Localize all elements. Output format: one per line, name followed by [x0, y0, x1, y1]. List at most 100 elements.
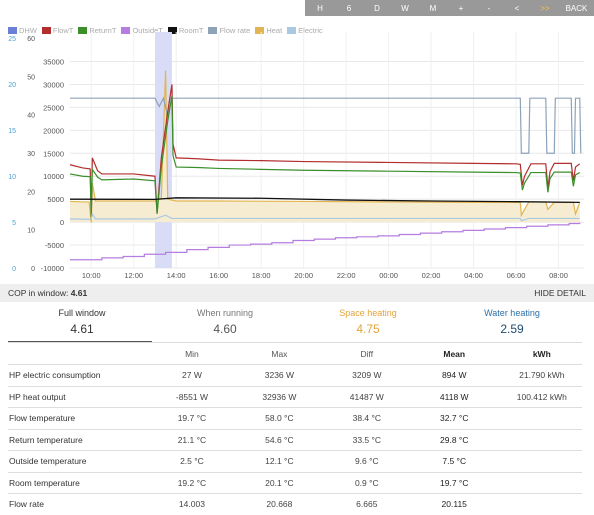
toolbar-button-1[interactable]: 6 [335, 4, 363, 13]
stats-cell [501, 471, 582, 494]
stats-cell: Flow rate [8, 493, 152, 515]
flow-axis-tick: 25 [8, 36, 16, 43]
y-tick-label: -10000 [41, 264, 64, 273]
y-tick-label: 15000 [43, 149, 64, 158]
toolbar-button-2[interactable]: D [363, 4, 391, 13]
chart: 35000300002500020000150001000050000-5000… [8, 32, 584, 280]
stats-header-cell: Max [232, 342, 327, 365]
x-tick-label: 22:00 [337, 271, 356, 280]
temp-axis-tick: 0 [31, 266, 35, 273]
stats-row: Return temperature 21.1 °C 54.6 °C 33.5 °C 2… [8, 428, 582, 451]
y-tick-label: 10000 [43, 172, 64, 181]
x-tick-label: 14:00 [167, 271, 186, 280]
stats-cell: Return temperature [8, 428, 152, 451]
stats-cell: 27 W [151, 364, 233, 386]
stats-cell: 20.115 [406, 493, 502, 515]
flow-axis-tick: 5 [12, 220, 16, 227]
y-tick-label: 30000 [43, 80, 64, 89]
toolbar-button-3[interactable]: W [391, 4, 419, 13]
cop-label: COP in window: [8, 288, 71, 298]
toolbar-button-9[interactable]: BACK [559, 4, 594, 13]
flow-axis-tick: 0 [12, 266, 16, 273]
time-range-toolbar: H 6 D W M + - < >> BACK [305, 0, 594, 16]
stats-cell: 58.0 °C [232, 407, 327, 429]
summary-label: Space heating [339, 308, 397, 318]
x-tick-label: 18:00 [252, 271, 271, 280]
stats-cell: Room temperature [8, 471, 152, 494]
temp-axis-tick: 40 [27, 113, 35, 120]
stats-cell: Outside temperature [8, 450, 152, 472]
x-tick-label: 00:00 [379, 271, 398, 280]
y-tick-label: 35000 [43, 58, 64, 67]
stats-cell: 7.5 °C [406, 450, 502, 472]
summary-label: When running [196, 308, 254, 318]
y-tick-label: 0 [60, 218, 64, 227]
stats-table: Min Max Diff Mean kWh HP electric consumption… [8, 342, 582, 515]
cop-summary: Full window 4.61 When running 4.60 Space hea… [0, 308, 594, 342]
stats-row: Room temperature 19.2 °C 20.1 °C 0.9 °C 19.7… [8, 471, 582, 494]
stats-cell: 100.412 kWh [501, 385, 582, 408]
stats-cell: 19.2 °C [151, 471, 233, 494]
stats-row: Flow rate 14.003 20.668 6.665 20.115 [8, 493, 582, 515]
series-line-flow-rate [70, 96, 582, 154]
stats-header-row: Min Max Diff Mean kWh [8, 342, 582, 365]
flow-axis-tick: 10 [8, 174, 16, 181]
stats-header-cell: Min [151, 342, 233, 365]
x-tick-label: 10:00 [82, 271, 101, 280]
temp-axis-tick: 60 [27, 36, 35, 43]
stats-header-cell [8, 342, 152, 365]
toolbar-button-6[interactable]: - [475, 4, 503, 13]
temp-axis-tick: 30 [27, 151, 35, 158]
series-line-outsidet [70, 222, 581, 261]
summary-col: Full window 4.61 [22, 308, 142, 336]
stats-cell: HP electric consumption [8, 364, 152, 386]
stats-cell: 41487 W [326, 385, 407, 408]
stats-cell: 3209 W [326, 364, 407, 386]
stats-cell: 19.7 °C [151, 407, 233, 429]
series-line-flowt [69, 84, 581, 217]
stats-row: HP electric consumption 27 W 3236 W 3209 W8… [8, 364, 582, 386]
x-tick-label: 16:00 [209, 271, 228, 280]
summary-col: When running 4.60 [165, 308, 285, 336]
hide-detail-button[interactable]: HIDE DETAIL [534, 288, 586, 298]
summary-label: Water heating [484, 308, 540, 318]
stats-header-cell: kWh [501, 342, 582, 365]
toolbar-button-0[interactable]: H [305, 4, 335, 13]
stats-cell: -8551 W [151, 385, 233, 408]
stats-cell: 29.8 °C [406, 428, 502, 451]
stats-cell [501, 450, 582, 472]
stats-row: HP heat output -8551 W 32936 W 41487 W 4118 … [8, 385, 582, 408]
toolbar-button-5[interactable]: + [447, 4, 475, 13]
stats-cell [501, 428, 582, 451]
temp-axis-tick: 50 [27, 74, 35, 81]
stats-cell: 32.7 °C [406, 407, 502, 429]
y-tick-label: 20000 [43, 126, 64, 135]
stats-cell: 32936 W [232, 385, 327, 408]
stats-cell: 54.6 °C [232, 428, 327, 451]
summary-col: Space heating 4.75 [308, 308, 428, 336]
stats-cell: 33.5 °C [326, 428, 407, 451]
stats-cell: 6.665 [326, 493, 407, 515]
stats-cell: 20.668 [232, 493, 327, 515]
toolbar-button-7[interactable]: < [503, 4, 531, 13]
x-tick-label: 12:00 [124, 271, 143, 280]
stats-cell: 3236 W [232, 364, 327, 386]
toolbar-button-4[interactable]: M [419, 4, 447, 13]
summary-value: 4.60 [213, 322, 237, 336]
summary-value: 4.61 [70, 322, 94, 336]
stats-cell: Flow temperature [8, 407, 152, 429]
stats-cell: HP heat output [8, 385, 152, 408]
stats-row: Flow temperature 19.7 °C 58.0 °C 38.4 °C 32.… [8, 407, 582, 429]
stats-cell: 4118 W [406, 385, 502, 408]
stats-cell: 894 W [406, 364, 502, 386]
stats-cell: 0.9 °C [326, 471, 407, 494]
toolbar-button-8[interactable]: >> [531, 4, 559, 13]
summary-col: Water heating 2.59 [452, 308, 572, 336]
y-tick-label: 25000 [43, 103, 64, 112]
stats-row: Outside temperature 2.5 °C 12.1 °C 9.6 °C 7.… [8, 450, 582, 472]
stats-cell: 19.7 °C [406, 471, 502, 494]
stats-header-cell: Diff [326, 342, 407, 365]
cop-window-text: COP in window: 4.61 [8, 288, 87, 298]
stats-cell: 20.1 °C [232, 471, 327, 494]
stats-cell [501, 493, 582, 515]
